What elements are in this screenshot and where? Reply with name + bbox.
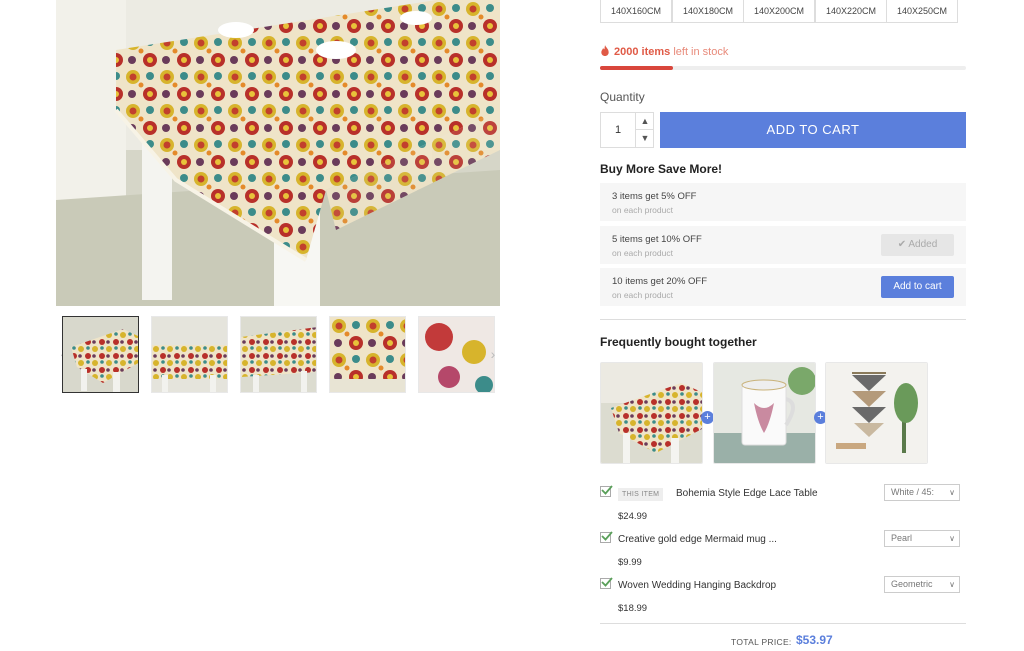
check-icon: ✔: [897, 239, 909, 250]
thumbnail-5[interactable]: [418, 316, 495, 393]
chevron-down-icon: ∨: [949, 534, 955, 543]
fbt-variant-value: Pearl: [891, 533, 913, 543]
chevron-up-icon[interactable]: ▲: [635, 113, 654, 130]
bmsm-title: Buy More Save More!: [600, 162, 723, 176]
fbt-variant-select[interactable]: White / 45: ∨: [884, 484, 960, 501]
fbt-image-mug[interactable]: [713, 362, 816, 464]
fbt-item-name[interactable]: Creative gold edge Mermaid mug ...: [618, 534, 777, 545]
tier-add-to-cart-button[interactable]: Add to cart: [881, 276, 954, 298]
thumbnail-3[interactable]: [240, 316, 317, 393]
quantity-input[interactable]: 1: [601, 113, 635, 147]
stock-text: left in stock: [673, 46, 729, 58]
tier-subtitle: on each product: [612, 248, 673, 258]
fbt-item-price: $24.99: [618, 511, 648, 522]
chevron-down-icon: ∨: [949, 488, 955, 497]
check-icon: [601, 485, 613, 495]
stock-indicator: 2000 items left in stock: [600, 45, 728, 58]
variant-option[interactable]: 140X180CM: [672, 0, 745, 23]
fbt-variant-select[interactable]: Geometric ∨: [884, 576, 960, 593]
fbt-variant-value: Geometric: [891, 579, 933, 589]
thumbnail-2[interactable]: [151, 316, 228, 393]
variant-option[interactable]: 140X220CM: [815, 0, 888, 23]
fbt-title: Frequently bought together: [600, 335, 757, 349]
chevron-down-icon: ∨: [949, 580, 955, 589]
thumbnail-4[interactable]: [329, 316, 406, 393]
fbt-item-row: Woven Wedding Hanging Backdrop $18.99 Ge…: [600, 576, 966, 618]
fbt-item-name[interactable]: Bohemia Style Edge Lace Table: [676, 488, 818, 499]
fbt-variant-value: White / 45:: [891, 487, 935, 497]
fbt-item-price: $18.99: [618, 603, 648, 614]
variant-option[interactable]: 140X250CM: [886, 0, 959, 23]
fbt-item-price: $9.99: [618, 557, 642, 568]
tier-added-button: ✔ Added: [881, 234, 954, 256]
stock-count: 2000 items: [614, 46, 671, 58]
fbt-variant-select[interactable]: Pearl ∨: [884, 530, 960, 547]
fbt-item-row: THIS ITEM Bohemia Style Edge Lace Table …: [600, 484, 966, 526]
fbt-item-checkbox[interactable]: [600, 531, 613, 543]
tier-name: 5 items get 10% OFF: [612, 234, 702, 245]
divider: [600, 319, 966, 320]
tier-name: 10 items get 20% OFF: [612, 276, 708, 287]
quantity-label: Quantity: [600, 90, 645, 104]
tier-subtitle: on each product: [612, 205, 673, 215]
discount-tier: 3 items get 5% OFF on each product: [600, 183, 966, 221]
add-to-cart-button[interactable]: ADD TO CART: [660, 112, 966, 148]
fbt-image-backdrop[interactable]: [825, 362, 928, 464]
tier-subtitle: on each product: [612, 290, 673, 300]
fire-icon: [601, 45, 609, 56]
fbt-item-checkbox[interactable]: [600, 485, 613, 497]
discount-tier: 5 items get 10% OFF on each product ✔ Ad…: [600, 226, 966, 264]
variant-option[interactable]: 140X200CM: [743, 0, 816, 23]
tier-added-label: Added: [908, 239, 938, 250]
divider: [600, 623, 966, 624]
stock-progress-bar: [600, 66, 966, 70]
variant-option[interactable]: 140X160CM: [600, 0, 673, 23]
fbt-item-row: Creative gold edge Mermaid mug ... $9.99…: [600, 530, 966, 572]
total-price-label: TOTAL PRICE:: [731, 637, 792, 647]
fbt-item-checkbox[interactable]: [600, 577, 613, 589]
total-price-value: $53.97: [796, 633, 833, 647]
tier-name: 3 items get 5% OFF: [612, 191, 697, 202]
fbt-image-tablecloth[interactable]: [600, 362, 703, 464]
product-main-image[interactable]: [56, 0, 500, 306]
thumbnail-1[interactable]: [62, 316, 139, 393]
check-icon: [601, 531, 613, 541]
fbt-item-name[interactable]: Woven Wedding Hanging Backdrop: [618, 580, 776, 591]
chevron-down-icon[interactable]: ▼: [635, 130, 654, 147]
stock-progress-fill: [600, 66, 674, 70]
quantity-stepper: 1 ▲ ▼: [600, 112, 654, 148]
thumb-next-icon[interactable]: ›: [486, 342, 500, 366]
thumbnail-strip: ‹ ›: [56, 316, 500, 394]
discount-tier: 10 items get 20% OFF on each product Add…: [600, 268, 966, 306]
check-icon: [601, 577, 613, 587]
this-item-badge: THIS ITEM: [618, 488, 664, 501]
